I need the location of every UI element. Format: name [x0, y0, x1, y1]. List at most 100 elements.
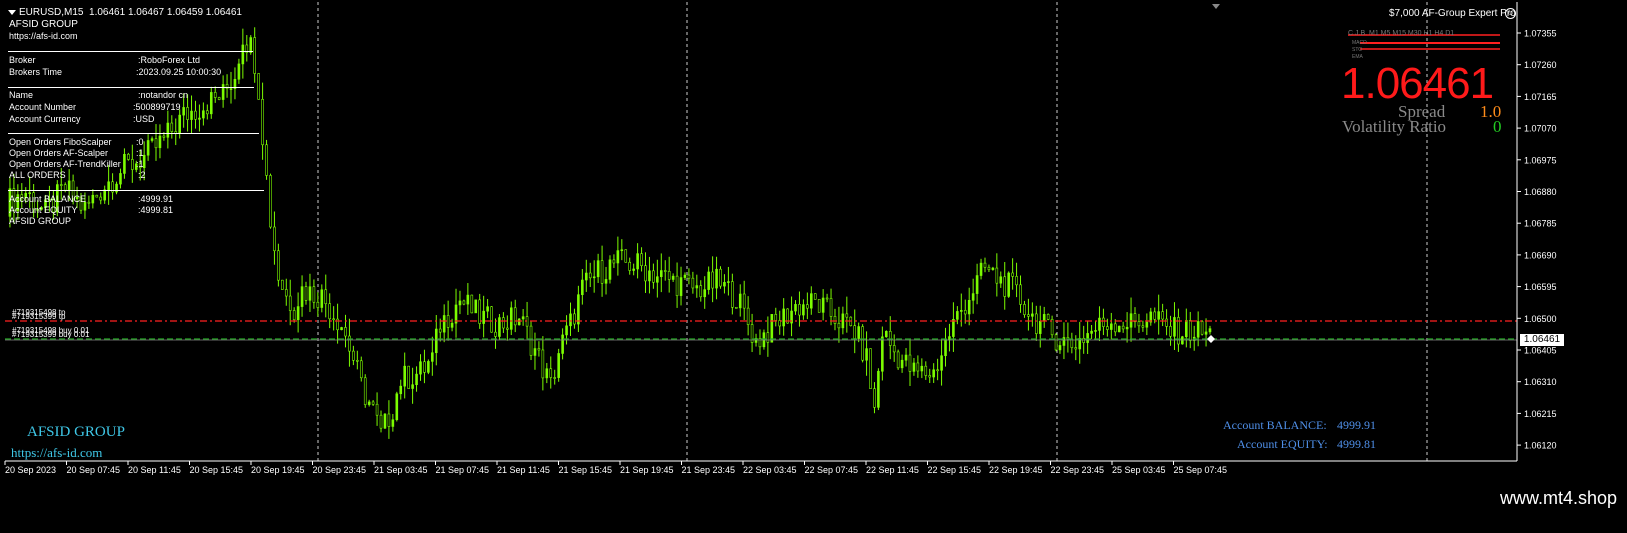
candle-body: [1121, 325, 1125, 330]
candle-body: [896, 351, 900, 369]
smiley-icon[interactable]: ☺: [1505, 8, 1516, 19]
candle-body: [723, 282, 726, 287]
candle-body: [979, 262, 983, 276]
panel-row-label: Open Orders FiboScalper: [9, 137, 112, 147]
scroll-marker-icon[interactable]: [1212, 4, 1220, 9]
candle-body: [340, 327, 343, 331]
candle-body: [648, 270, 651, 282]
candle-body: [241, 44, 245, 65]
candle-body: [1058, 345, 1062, 351]
candle-body: [261, 99, 264, 146]
candle-body: [963, 310, 967, 315]
candle-body: [206, 110, 209, 115]
candle-body: [584, 272, 588, 281]
candle-body: [486, 306, 489, 312]
time-tick-label: 20 Sep 19:45: [251, 465, 305, 475]
candle-body: [474, 299, 478, 314]
buy-order-label-2[interactable]: #719315399 buy 0.01: [12, 331, 89, 339]
panel-row-label: Broker: [9, 55, 36, 65]
balance-value: 4999.91: [1337, 418, 1376, 432]
panel-row-value: :2: [138, 170, 146, 180]
panel-url[interactable]: https://afs-id.com: [9, 32, 78, 41]
candle-body: [620, 249, 624, 252]
panel-row-label: Account BALANCE: [9, 194, 87, 204]
candle-body: [1208, 328, 1212, 333]
candle-body: [269, 175, 272, 228]
candle-body: [999, 276, 1003, 284]
candle-body: [91, 194, 95, 204]
candle-body: [995, 267, 999, 284]
candle-body: [190, 110, 193, 120]
expert-advisor-name[interactable]: $7,000 AF-Group Expert Pro: [1389, 8, 1516, 19]
candle-body: [257, 73, 260, 100]
candle-body: [691, 277, 695, 289]
bottom-url[interactable]: https://afs-id.com: [11, 445, 102, 461]
candle-body: [1173, 317, 1176, 337]
candle-body: [502, 317, 505, 329]
candle-body: [1141, 325, 1145, 328]
candle-body: [411, 384, 414, 389]
candle-body: [782, 308, 785, 327]
candle-body: [1003, 276, 1007, 297]
panel-row-value: :500899719: [133, 102, 181, 112]
candle-body: [513, 307, 517, 326]
time-tick-label: 21 Sep 19:45: [620, 465, 674, 475]
candle-body: [853, 325, 857, 339]
candle-body: [517, 318, 521, 326]
candle-body: [1185, 320, 1188, 338]
candle-body: [802, 304, 805, 316]
panel-brand: AFSID GROUP: [9, 19, 78, 30]
candle-body: [683, 274, 687, 278]
candle-body: [229, 88, 233, 90]
candle-body: [356, 360, 359, 362]
time-tick-label: 22 Sep 23:45: [1051, 465, 1105, 475]
candle-body: [1054, 334, 1058, 351]
time-tick-label: 20 Sep 23:45: [313, 465, 367, 475]
candle-body: [1027, 314, 1030, 317]
dropdown-arrow-icon[interactable]: [8, 9, 16, 15]
candle-body: [494, 331, 497, 337]
candle-body: [1090, 330, 1093, 334]
candle-body: [1038, 320, 1042, 334]
candle-body: [1074, 347, 1078, 350]
candle-body: [1113, 323, 1117, 333]
candle-body: [592, 276, 596, 279]
candle-body: [431, 352, 434, 362]
candle-body: [95, 194, 99, 198]
footer-watermark: www.mt4.shop: [1499, 488, 1617, 508]
candle-body: [936, 369, 939, 372]
candle-body: [359, 360, 363, 379]
panel-divider: [8, 87, 254, 88]
candle-body: [537, 348, 541, 351]
panel-row-value: :RoboForex Ltd: [138, 55, 201, 65]
panel-row-value: :1: [136, 148, 144, 158]
panel-row-value: :2023.09.25 10:00:30: [136, 67, 222, 77]
candle-body: [237, 63, 241, 80]
candle-body: [316, 301, 320, 308]
candle-body: [217, 97, 221, 100]
candle-body: [332, 318, 335, 321]
candle-body: [809, 293, 813, 309]
candle-body: [920, 365, 924, 372]
candle-body: [131, 159, 134, 170]
candle-body: [265, 144, 268, 176]
candle-body: [308, 286, 312, 301]
candle-body: [944, 339, 947, 357]
candle-body: [553, 377, 557, 379]
price-tick-label: 1.06880: [1524, 187, 1557, 197]
last-price-marker-icon: [1207, 335, 1215, 343]
candle-body: [881, 336, 884, 372]
candle-body: [940, 355, 943, 371]
candle-body: [557, 353, 560, 378]
candle-body: [103, 189, 106, 201]
candle-body: [711, 271, 714, 289]
candle-body: [841, 313, 845, 329]
candle-body: [987, 266, 991, 270]
candle-body: [908, 354, 912, 372]
candle-body: [734, 307, 738, 309]
candle-body: [825, 297, 829, 300]
time-tick-label: 21 Sep 11:45: [497, 465, 550, 475]
tp-order-label-2[interactable]: #719315399 tp: [12, 313, 65, 321]
candle-body: [746, 307, 750, 325]
candle-body: [967, 300, 971, 315]
